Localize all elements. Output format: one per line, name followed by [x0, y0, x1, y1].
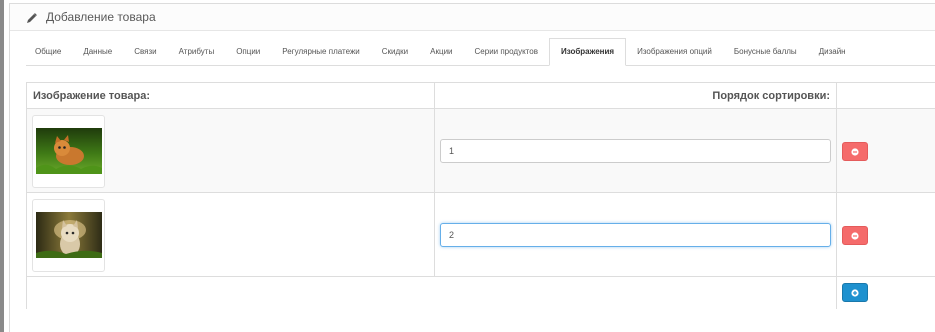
tab-options[interactable]: Опции: [225, 39, 271, 65]
product-tabs: Общие Данные Связи Атрибуты Опции Регуля…: [26, 38, 935, 66]
tab-discounts[interactable]: Скидки: [371, 39, 419, 65]
tab-data[interactable]: Данные: [72, 39, 123, 65]
images-table: Изображение товара: Порядок сортировки:: [26, 82, 935, 309]
minus-circle-icon: [851, 231, 859, 240]
add-image-button[interactable]: [842, 283, 868, 302]
table-footer-row: [27, 277, 935, 309]
tab-reward-points[interactable]: Бонусные баллы: [723, 39, 808, 65]
tab-product-series[interactable]: Серии продуктов: [464, 39, 549, 65]
table-row: [27, 193, 935, 277]
remove-image-button[interactable]: [842, 226, 868, 245]
column-divider: [434, 83, 435, 277]
sort-order-input[interactable]: [440, 223, 831, 247]
tab-specials[interactable]: Акции: [419, 39, 463, 65]
tab-images[interactable]: Изображения: [548, 38, 627, 66]
tab-recurring[interactable]: Регулярные платежи: [271, 39, 371, 65]
panel-heading: Добавление товара: [10, 4, 935, 31]
tab-design[interactable]: Дизайн: [808, 39, 857, 65]
plus-circle-icon: [851, 288, 859, 297]
table-row: [27, 109, 935, 193]
tab-option-images[interactable]: Изображения опций: [626, 39, 723, 65]
kitten-in-sunlight-image: [36, 212, 102, 258]
image-thumbnail[interactable]: [32, 115, 105, 188]
panel-title: Добавление товара: [46, 10, 156, 24]
table-header-row: Изображение товара: Порядок сортировки:: [27, 83, 935, 109]
column-header-sort-order: Порядок сортировки:: [712, 90, 830, 102]
window-left-edge: [0, 0, 4, 332]
minus-circle-icon: [851, 147, 859, 156]
pencil-icon: [26, 11, 38, 23]
tab-general[interactable]: Общие: [26, 39, 72, 65]
column-header-image: Изображение товара:: [33, 90, 150, 102]
image-thumbnail[interactable]: [32, 199, 105, 272]
remove-image-button[interactable]: [842, 142, 868, 161]
column-divider: [836, 83, 837, 309]
tab-links[interactable]: Связи: [123, 39, 167, 65]
sort-order-input[interactable]: [440, 139, 831, 163]
kitten-on-grass-image: [36, 128, 102, 174]
tab-attributes[interactable]: Атрибуты: [168, 39, 226, 65]
